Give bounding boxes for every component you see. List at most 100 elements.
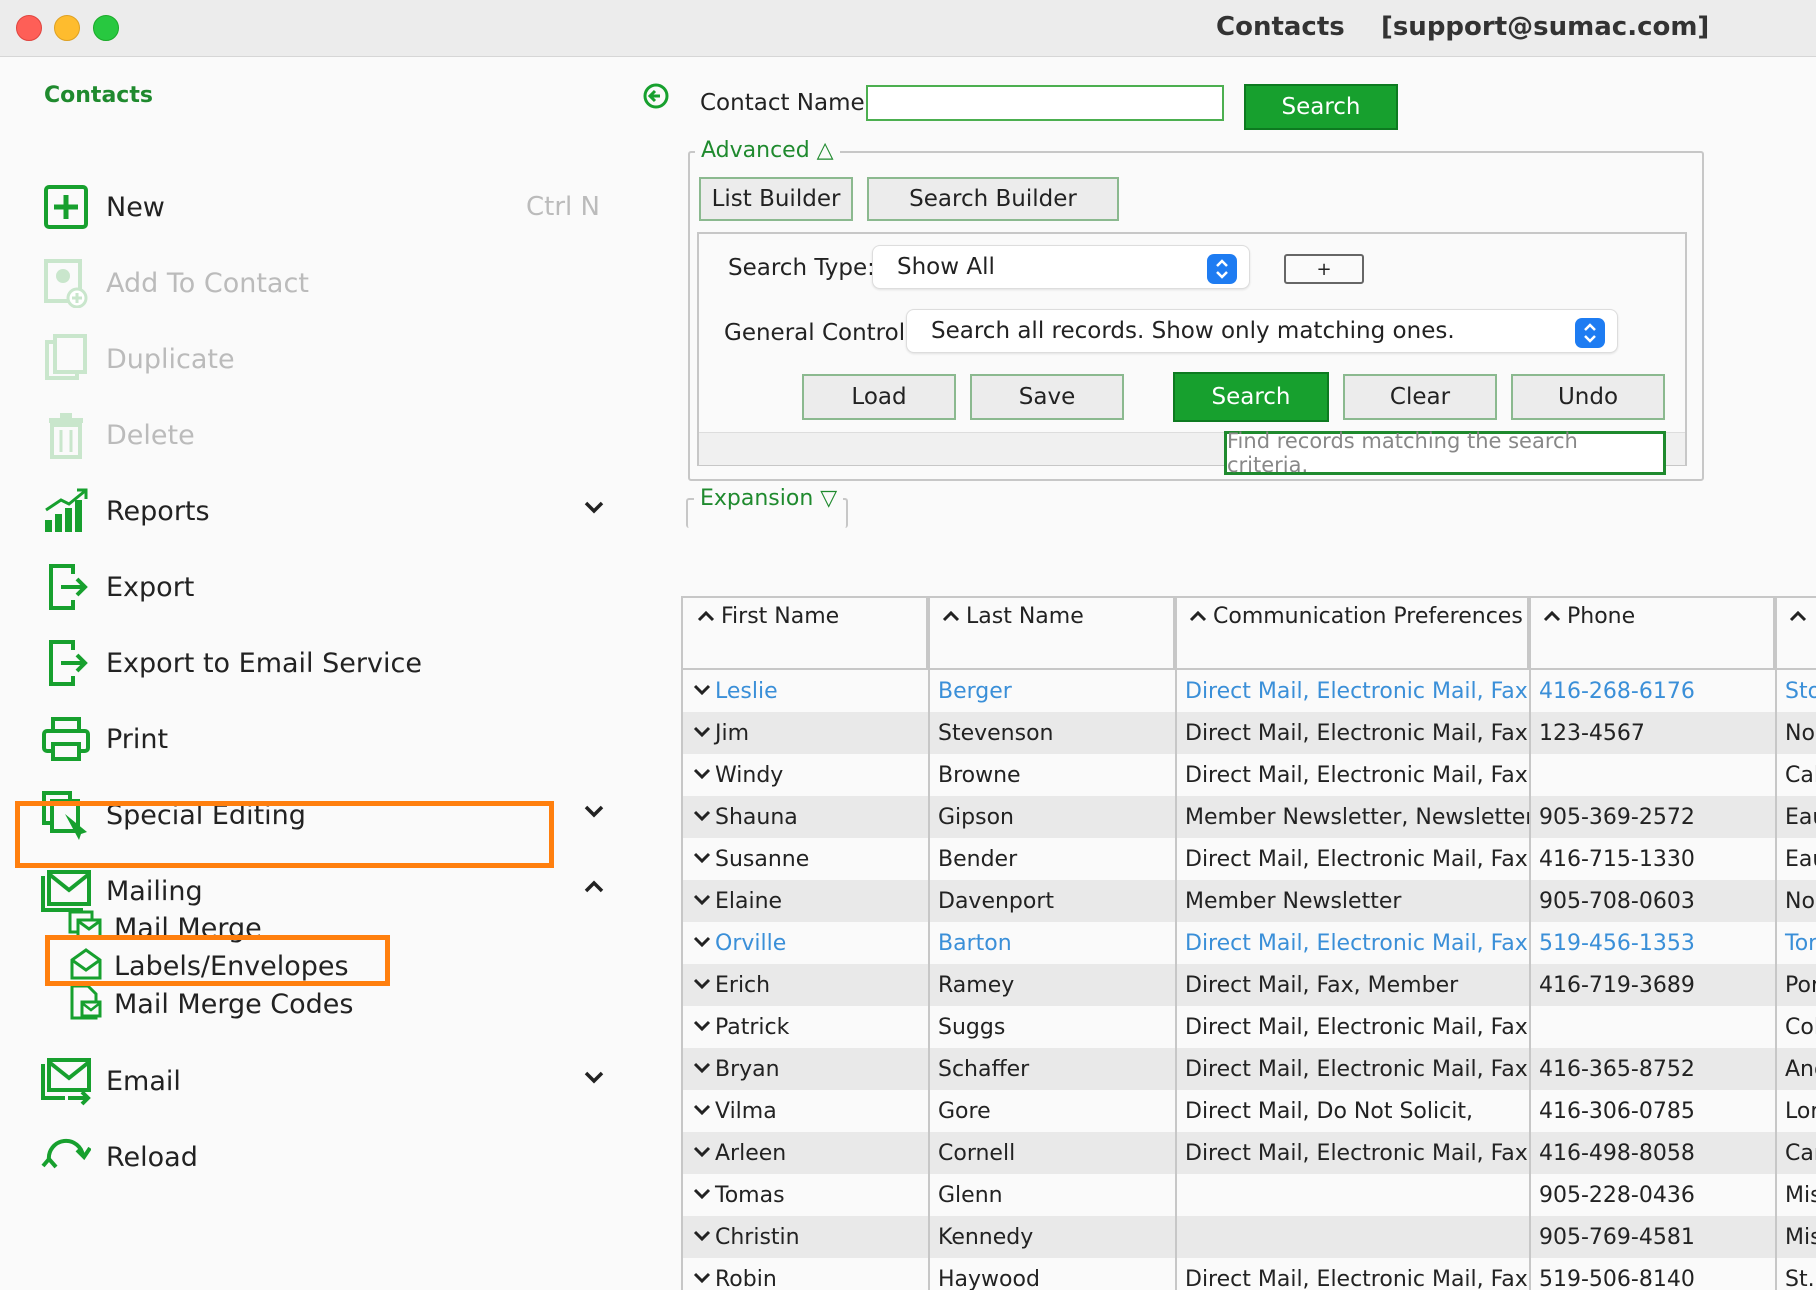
column-header-phone[interactable]: Phone xyxy=(1529,598,1775,668)
cell-comm: Direct Mail, Do Not Solicit, xyxy=(1185,1098,1473,1124)
column-header-communication-preferences[interactable]: Communication Preferences xyxy=(1175,598,1529,668)
table-row[interactable]: Vilma Gore Direct Mail, Do Not Solicit, 416… xyxy=(683,1090,1816,1132)
table-row[interactable]: Christin Kennedy 905-769-4581 Mis xyxy=(683,1216,1816,1258)
sidebar-item-delete[interactable]: Delete xyxy=(40,405,620,465)
minimize-window-button[interactable] xyxy=(54,15,80,41)
clear-button[interactable]: Clear xyxy=(1343,374,1497,420)
plus-box-icon xyxy=(40,181,92,233)
search-type-select[interactable]: Show All xyxy=(872,245,1250,289)
sidebar-item-add-to-contact[interactable]: Add To Contact xyxy=(40,253,620,313)
table-row[interactable]: Erich Ramey Direct Mail, Fax, Member 416-71… xyxy=(683,964,1816,1006)
general-control-select[interactable]: Search all records. Show only matching o… xyxy=(906,309,1618,353)
table-row[interactable]: Jim Stevenson Direct Mail, Electronic Mail… xyxy=(683,712,1816,754)
cell-last: Bender xyxy=(938,846,1018,872)
collapse-sidebar-icon[interactable] xyxy=(642,82,670,114)
cell-extra: Mis xyxy=(1785,1182,1816,1208)
select-stepper-icon xyxy=(1575,318,1605,348)
cell-comm: Direct Mail, Electronic Mail, Fax, xyxy=(1185,1014,1529,1040)
sidebar-item-export[interactable]: Export xyxy=(40,557,620,617)
sidebar-item-reload[interactable]: Reload xyxy=(40,1127,620,1187)
undo-button[interactable]: Undo xyxy=(1511,374,1665,420)
table-row[interactable]: Windy Browne Direct Mail, Electronic Mail,… xyxy=(683,754,1816,796)
cell-phone: 519-456-1353 xyxy=(1539,930,1695,956)
column-header-first-name[interactable]: First Name xyxy=(683,598,928,668)
sidebar-item-duplicate[interactable]: Duplicate xyxy=(40,329,620,389)
sidebar-item-new[interactable]: New Ctrl N xyxy=(40,177,620,237)
cell-first: Leslie xyxy=(715,678,778,704)
cell-first: Patrick xyxy=(715,1014,790,1040)
add-criteria-button[interactable]: + xyxy=(1284,254,1364,284)
sidebar-item-email[interactable]: Email xyxy=(40,1051,620,1111)
column-divider xyxy=(1529,598,1531,1290)
sidebar: Contacts New Ctrl N Add To Contact Dupli… xyxy=(0,57,650,1288)
cell-phone: 905-769-4581 xyxy=(1539,1224,1695,1250)
table-row[interactable]: Tomas Glenn 905-228-0436 Mis xyxy=(683,1174,1816,1216)
advanced-toggle[interactable]: Advanced △ xyxy=(695,138,840,163)
cell-comm: Direct Mail, Electronic Mail, Fax, xyxy=(1185,720,1529,746)
column-header-extra[interactable] xyxy=(1775,598,1816,668)
contact-name-input[interactable] xyxy=(866,85,1224,121)
cell-last: Berger xyxy=(938,678,1012,704)
sidebar-item-print[interactable]: Print xyxy=(40,709,620,769)
cell-comm: Direct Mail, Electronic Mail, Fax, xyxy=(1185,1056,1529,1082)
column-header-last-name[interactable]: Last Name xyxy=(928,598,1175,668)
load-button[interactable]: Load xyxy=(802,374,956,420)
cell-extra: Nor xyxy=(1785,720,1816,746)
table-row[interactable]: Robin Haywood Direct Mail, Electronic Mail… xyxy=(683,1258,1816,1290)
cell-last: Gore xyxy=(938,1098,991,1124)
sidebar-subitem-mail-merge-codes[interactable]: Mail Merge Codes xyxy=(68,983,353,1025)
sidebar-item-label: Export xyxy=(106,571,195,603)
cell-phone: 905-708-0603 xyxy=(1539,888,1695,914)
sidebar-item-label: Duplicate xyxy=(106,343,235,375)
cell-first: Christin xyxy=(715,1224,800,1250)
cell-phone: 905-228-0436 xyxy=(1539,1182,1695,1208)
cell-first: Vilma xyxy=(715,1098,777,1124)
table-row[interactable]: Shauna Gipson Member Newsletter, Newslette… xyxy=(683,796,1816,838)
search-builder-button[interactable]: Search Builder xyxy=(867,177,1119,221)
add-contact-icon xyxy=(40,257,92,309)
table-header: First Name Last Name Communication Prefe… xyxy=(683,598,1816,670)
chevron-down-icon[interactable] xyxy=(583,803,605,823)
table-row[interactable]: Elaine Davenport Member Newsletter 905-708-… xyxy=(683,880,1816,922)
save-button[interactable]: Save xyxy=(970,374,1124,420)
table-row[interactable]: Orville Barton Direct Mail, Electronic Mai… xyxy=(683,922,1816,964)
cell-extra: Nor xyxy=(1785,888,1816,914)
email-send-icon xyxy=(40,1055,92,1107)
sort-up-icon xyxy=(1189,604,1207,629)
chevron-down-icon[interactable] xyxy=(583,499,605,519)
cell-extra: Eau xyxy=(1785,846,1816,872)
table-row[interactable]: Patrick Suggs Direct Mail, Electronic Mail… xyxy=(683,1006,1816,1048)
general-control-label: General Control: xyxy=(724,320,913,346)
cell-phone: 416-498-8058 xyxy=(1539,1140,1695,1166)
advanced-search-button[interactable]: Search xyxy=(1173,372,1329,422)
table-row[interactable]: Leslie Berger Direct Mail, Electronic Mail… xyxy=(683,670,1816,712)
table-row[interactable]: Bryan Schaffer Direct Mail, Electronic Mai… xyxy=(683,1048,1816,1090)
sidebar-item-label: Delete xyxy=(106,419,195,451)
chevron-up-icon[interactable] xyxy=(583,879,605,899)
zoom-window-button[interactable] xyxy=(93,15,119,41)
close-window-button[interactable] xyxy=(16,15,42,41)
cell-first: Orville xyxy=(715,930,787,956)
cell-phone: 416-365-8752 xyxy=(1539,1056,1695,1082)
sidebar-subitem-label: Mail Merge Codes xyxy=(114,988,354,1020)
chevron-down-icon[interactable] xyxy=(583,1069,605,1089)
cell-extra: Car xyxy=(1785,1140,1816,1166)
printer-icon xyxy=(40,713,92,765)
column-header-label: Phone xyxy=(1567,604,1636,629)
column-header-label: First Name xyxy=(721,604,840,629)
shortcut-label: Ctrl N xyxy=(526,192,600,222)
search-type-label: Search Type: xyxy=(728,255,875,281)
sort-up-icon xyxy=(942,604,960,629)
table-row[interactable]: Arleen Cornell Direct Mail, Electronic Mai… xyxy=(683,1132,1816,1174)
expansion-toggle[interactable]: Expansion ▽ xyxy=(694,486,844,511)
cell-comm: Direct Mail, Electronic Mail, Fax, xyxy=(1185,846,1529,872)
highlight-box-mailing xyxy=(15,801,554,868)
contact-search-button[interactable]: Search xyxy=(1244,84,1398,130)
cell-extra: Col xyxy=(1785,1014,1816,1040)
list-builder-button[interactable]: List Builder xyxy=(699,177,853,221)
table-row[interactable]: Susanne Bender Direct Mail, Electronic Mai… xyxy=(683,838,1816,880)
sidebar-item-reports[interactable]: Reports xyxy=(40,481,620,541)
sidebar-item-export-to-email-service[interactable]: Export to Email Service xyxy=(40,633,620,693)
select-stepper-icon xyxy=(1207,254,1237,284)
cell-first: Windy xyxy=(715,762,784,788)
